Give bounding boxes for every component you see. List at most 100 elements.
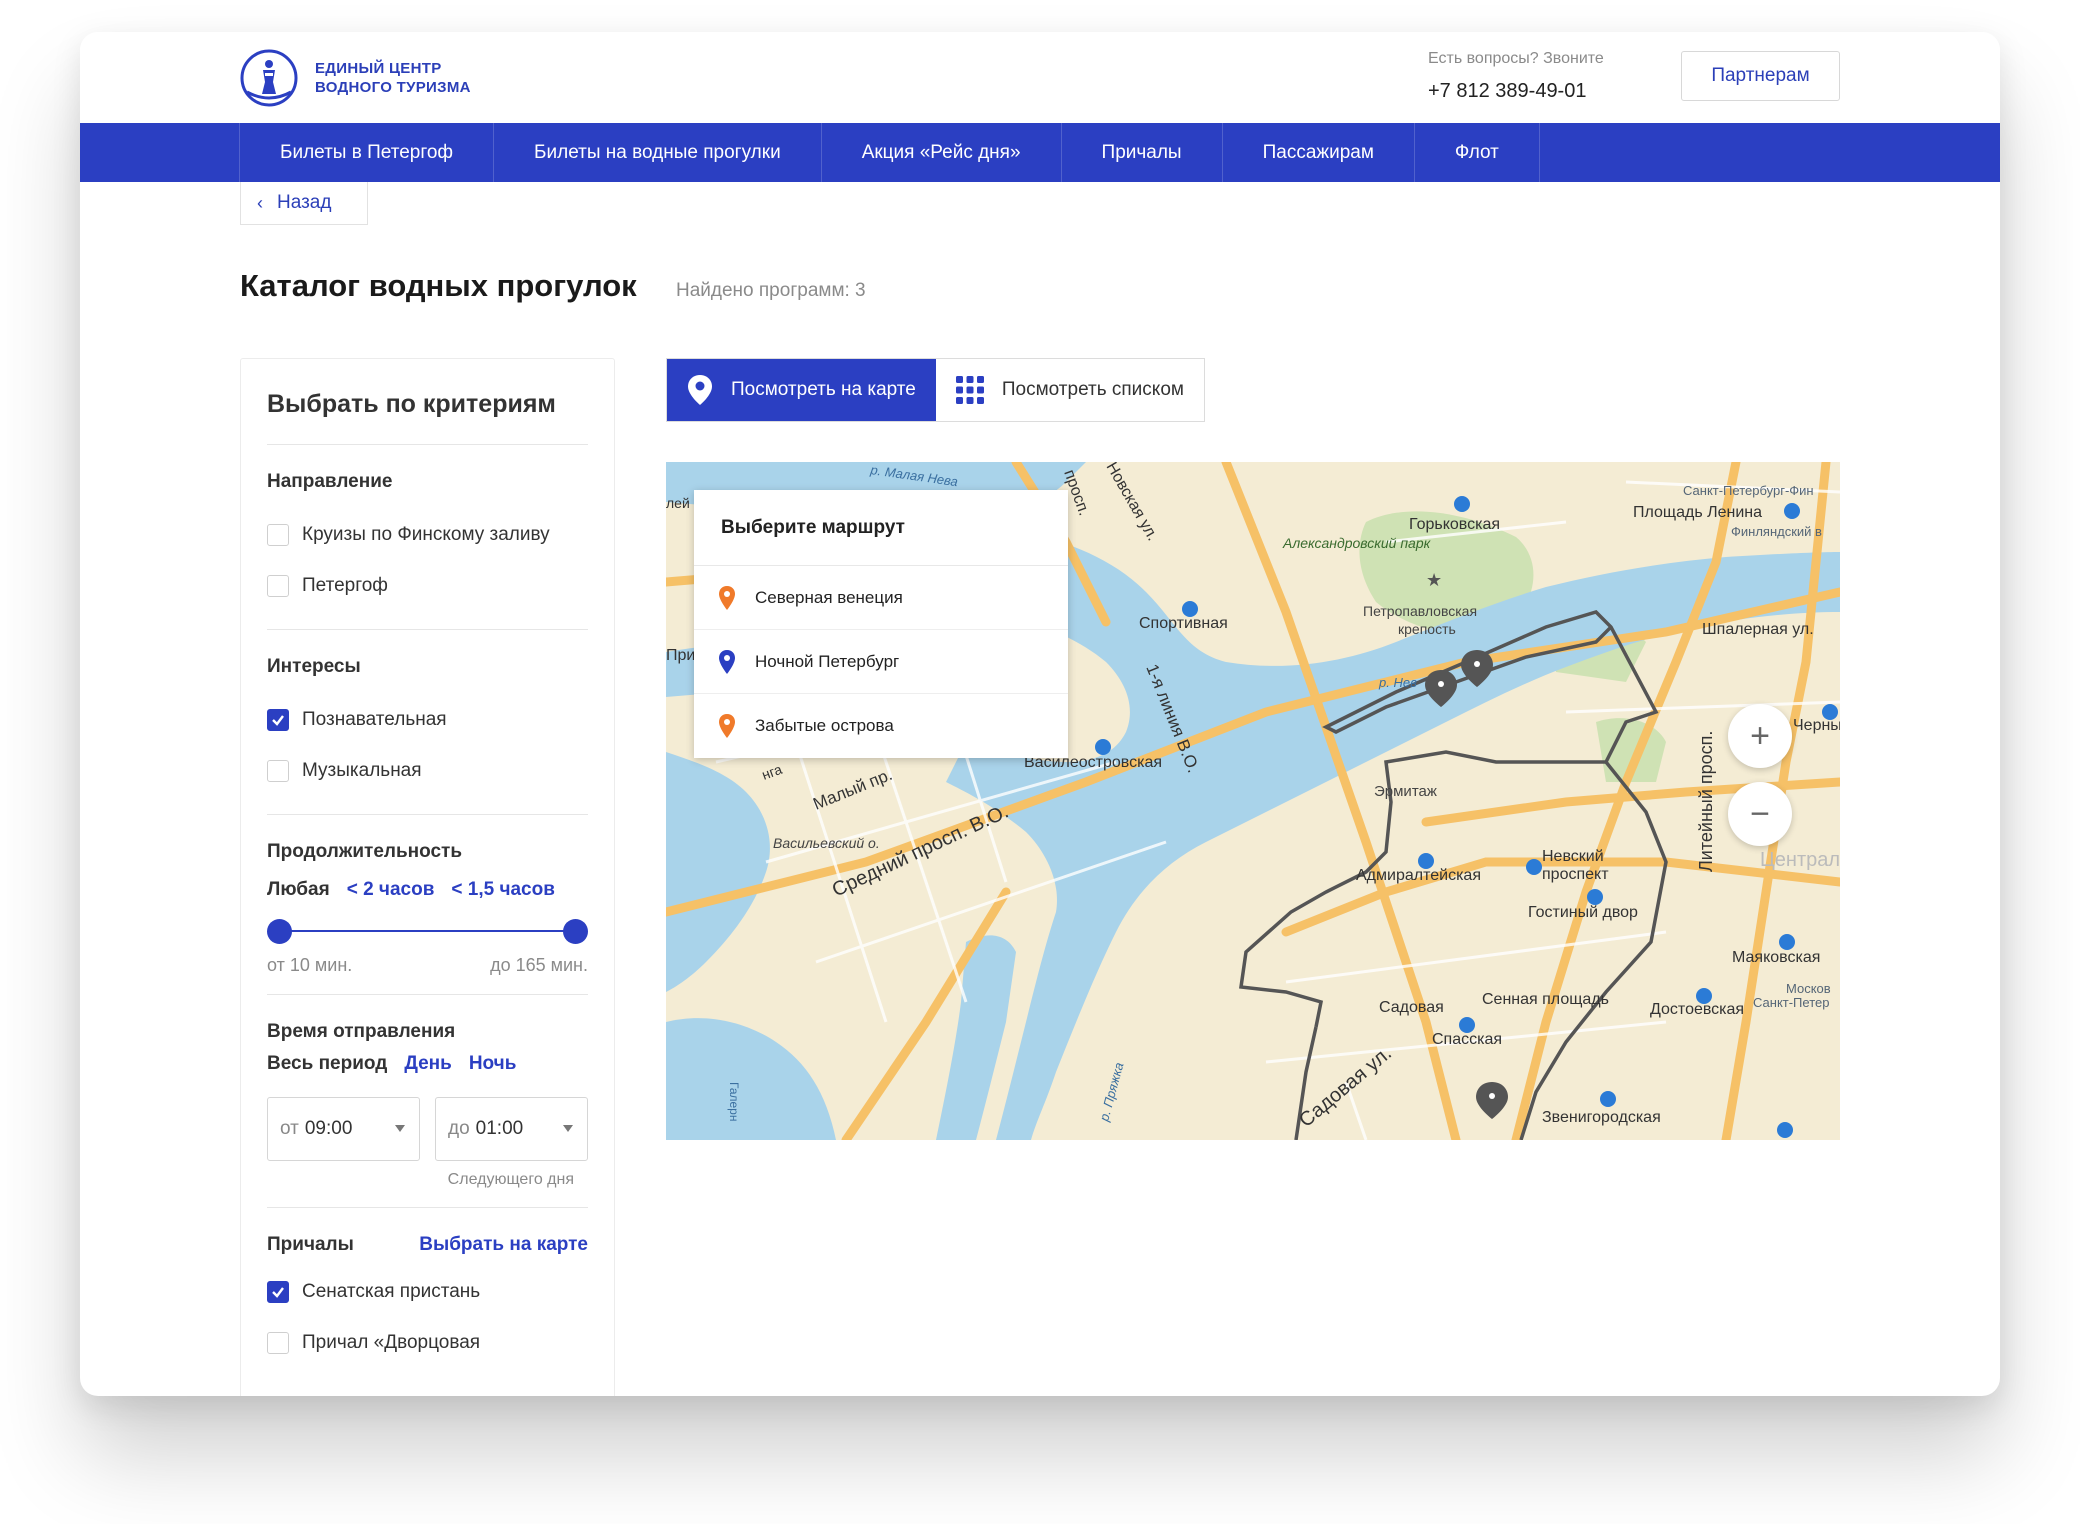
map-label: Садовая (1379, 999, 1444, 1016)
map-label: Достоевская (1650, 1001, 1744, 1018)
interests-heading: Интересы (267, 656, 361, 677)
checkbox[interactable] (267, 1280, 289, 1303)
browser-window: ЕДИНЫЙ ЦЕНТР ВОДНОГО ТУРИЗМА Есть вопрос… (80, 32, 2000, 1396)
zoom-out-button[interactable]: − (1728, 782, 1792, 846)
departure-quick-options: Весь период День Ночь (267, 1053, 588, 1075)
dropdown-arrow-icon (563, 1125, 573, 1132)
checkbox[interactable] (267, 574, 289, 597)
map-label: Васильевский о. (773, 835, 880, 851)
pier-option-dvortsovaya[interactable]: Причал «Дворцовая (267, 1317, 588, 1368)
map-label: Петропавловская (1363, 603, 1477, 619)
partners-button[interactable]: Партнерам (1681, 51, 1840, 101)
map-label: крепость (1398, 621, 1456, 637)
logo-text: ЕДИНЫЙ ЦЕНТР ВОДНОГО ТУРИЗМА (315, 59, 471, 97)
map-label: Спортивная (1139, 615, 1228, 632)
checkbox[interactable] (267, 708, 289, 731)
route-option-forgotten-islands[interactable]: Забытые острова (694, 694, 1068, 758)
dropdown-arrow-icon (395, 1125, 405, 1132)
main-nav: Билеты в Петергоф Билеты на водные прогу… (80, 123, 2000, 182)
map-label: Финляндский в (1731, 524, 1822, 539)
duration-under-2h[interactable]: < 2 часов (347, 879, 435, 901)
svg-text:★: ★ (1426, 570, 1442, 591)
map-label: Невский (1542, 848, 1604, 865)
checkbox-label: Сенатская пристань (302, 1280, 481, 1302)
view-list-label: Посмотреть списком (1001, 379, 1184, 400)
contact-block: Есть вопросы? Звоните +7 812 389-49-01 (1428, 50, 1604, 103)
checkbox-label: Музыкальная (302, 759, 422, 781)
pier-option-senatskaya[interactable]: Сенатская пристань (267, 1266, 588, 1317)
logo-icon (240, 49, 298, 107)
duration-under-1-5h[interactable]: < 1,5 часов (451, 879, 555, 901)
route-option-label: Северная венеция (755, 587, 903, 607)
checkbox[interactable] (267, 1331, 289, 1354)
checkbox[interactable] (267, 523, 289, 546)
duration-any[interactable]: Любая (267, 879, 330, 901)
map-label: Сенная площадь (1482, 991, 1609, 1008)
map-label: Горьковская (1409, 516, 1500, 533)
slider-max-handle[interactable] (563, 919, 588, 944)
map-label: Санкт-Петер (1753, 995, 1829, 1010)
back-label: Назад (277, 192, 332, 213)
filter-title: Выбрать по критериям (267, 390, 588, 445)
nav-item-piers[interactable]: Причалы (1062, 123, 1223, 182)
route-option-label: Забытые острова (755, 716, 894, 735)
departure-all-period[interactable]: Весь период (267, 1053, 387, 1075)
time-from-value: 09:00 (304, 1118, 353, 1139)
route-map[interactable]: ★ Горьковская Площадь Ленина Санкт-Петер… (666, 462, 1840, 1140)
checkbox-label: Петергоф (302, 574, 388, 596)
grid-icon (955, 376, 984, 404)
orange-pin-icon (719, 585, 735, 610)
map-label: Адмиралтейская (1356, 867, 1481, 884)
duration-min-label: от 10 мин. (267, 955, 353, 975)
slider-track (279, 930, 576, 932)
direction-option-peterhof[interactable]: Петергоф (267, 560, 588, 611)
slider-min-handle[interactable] (267, 919, 292, 944)
checkbox-label: Круизы по Финскому заливу (302, 523, 550, 545)
nav-item-passengers[interactable]: Пассажирам (1223, 123, 1415, 182)
departure-heading: Время отправления (267, 1021, 456, 1042)
nav-item-peterhof-tickets[interactable]: Билеты в Петергоф (240, 123, 495, 182)
view-map-label: Посмотреть на карте (731, 379, 916, 400)
piers-heading: Причалы (267, 1234, 354, 1255)
route-option-night-petersburg[interactable]: Ночной Петербург (694, 630, 1068, 694)
site-logo[interactable]: ЕДИНЫЙ ЦЕНТР ВОДНОГО ТУРИЗМА (239, 48, 471, 108)
piers-section: Причалы Выбрать на карте Сенатская прист… (267, 1208, 588, 1386)
phone-number[interactable]: +7 812 389-49-01 (1428, 80, 1604, 103)
interest-option-educational[interactable]: Познавательная (267, 694, 588, 745)
departure-night[interactable]: Ночь (469, 1053, 517, 1075)
nav-item-water-trip-tickets[interactable]: Билеты на водные прогулки (494, 123, 822, 182)
duration-max-label: до 165 мин. (490, 955, 588, 975)
duration-heading: Продолжительность (267, 841, 463, 862)
interest-option-musical[interactable]: Музыкальная (267, 745, 588, 796)
checkbox-label: Познавательная (302, 708, 447, 730)
time-to-value: 01:00 (475, 1118, 524, 1139)
map-label: Спасская (1432, 1031, 1502, 1048)
check-icon (272, 714, 284, 726)
map-label: Санкт-Петербург-Фин (1683, 483, 1814, 498)
filter-panel: Выбрать по критериям Направление Круизы … (240, 358, 615, 1396)
direction-option-gulf[interactable]: Круизы по Финскому заливу (267, 509, 588, 560)
map-label: Литейный просп. (1696, 731, 1716, 872)
route-option-northern-venice[interactable]: Северная венеция (694, 566, 1068, 630)
duration-slider[interactable] (267, 909, 588, 953)
back-button[interactable]: ‹ Назад (240, 182, 368, 225)
direction-heading: Направление (267, 471, 393, 492)
zoom-in-button[interactable]: + (1728, 704, 1792, 768)
check-icon (272, 1286, 284, 1298)
map-label: проспект (1542, 866, 1609, 883)
piers-map-link[interactable]: Выбрать на карте (419, 1234, 588, 1256)
nav-item-trip-of-day[interactable]: Акция «Рейс дня» (822, 123, 1062, 182)
departure-day[interactable]: День (404, 1053, 452, 1075)
nav-item-fleet[interactable]: Флот (1415, 123, 1540, 182)
checkbox[interactable] (267, 759, 289, 782)
view-list-button[interactable]: Посмотреть списком (935, 359, 1204, 421)
logo-line-1: ЕДИНЫЙ ЦЕНТР (315, 60, 442, 77)
view-map-button[interactable]: Посмотреть на карте (667, 359, 936, 421)
view-toggle: Посмотреть на карте Посмотреть списком (666, 358, 1205, 422)
map-label: Эрмитаж (1374, 783, 1437, 800)
departure-section: Время отправления Весь период День Ночь … (267, 995, 588, 1208)
duration-range-labels: от 10 мин. до 165 мин. (267, 955, 588, 976)
time-from-select[interactable]: от 09:00 (267, 1097, 420, 1161)
time-to-select[interactable]: до 01:00 (435, 1097, 588, 1161)
map-label: лей (666, 495, 690, 511)
